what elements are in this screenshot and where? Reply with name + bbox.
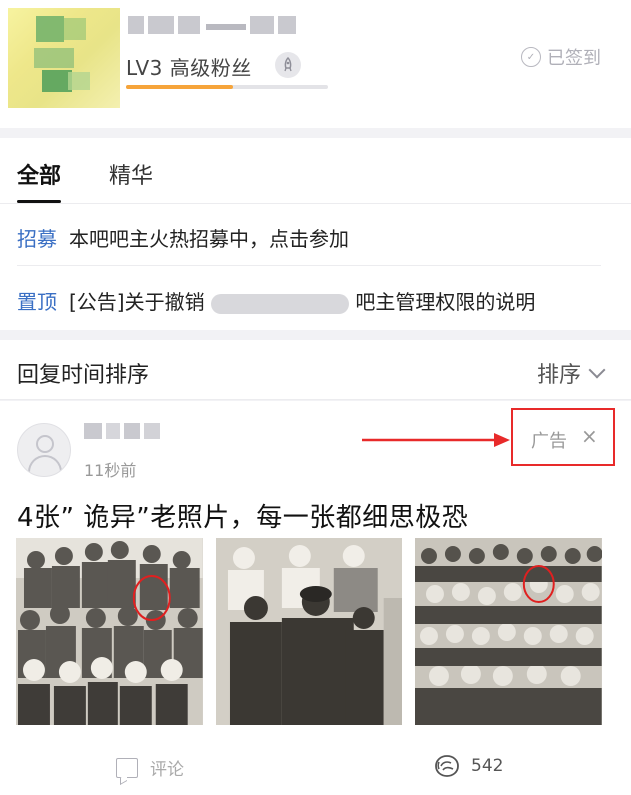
fan-level: LV3 高级粉丝 xyxy=(126,56,252,80)
sort-title: 回复时间排序 xyxy=(17,363,150,388)
pinned-text: [公告]关于撤销 吧主管理权限的说明 xyxy=(69,286,535,315)
ad-label: 广告 xyxy=(531,431,567,452)
comment-label: 评论 xyxy=(150,760,184,780)
pinned-tag: 招募 xyxy=(17,227,57,251)
sort-bar: 回复时间排序 排序 xyxy=(0,340,631,400)
tabs-and-pinned: 全部 精华 招募 本吧吧主火热招募中，点击参加 置顶 [公告]关于撤销 吧主管理… xyxy=(0,138,631,330)
forum-header: LV3 高级粉丝 ✓ 已签到 xyxy=(0,0,631,128)
rocket-icon[interactable] xyxy=(275,52,301,78)
photo-2[interactable] xyxy=(215,538,403,725)
avatar[interactable] xyxy=(17,423,71,477)
photo-grid xyxy=(16,538,603,725)
ad-post[interactable]: 11秒前 广告 × 4张” 诡异”老照片，每一张都细思极恐 评论 542 xyxy=(0,401,631,795)
comment-button[interactable]: 评论 xyxy=(116,755,184,780)
post-title[interactable]: 4张” 诡异”老照片，每一张都细思极恐 xyxy=(17,497,468,534)
pinned-text: 本吧吧主火热招募中，点击参加 xyxy=(69,227,349,251)
share-icon xyxy=(435,755,459,777)
photo-3[interactable] xyxy=(415,538,603,725)
redacted-name xyxy=(210,293,349,314)
chevron-down-icon xyxy=(588,361,606,379)
forum-name-redacted xyxy=(128,12,296,38)
annotation-arrow xyxy=(362,433,510,447)
pinned-tag: 置顶 xyxy=(17,290,57,314)
comment-icon xyxy=(116,757,138,778)
photo-1[interactable] xyxy=(16,538,203,725)
level-progress-bar xyxy=(126,85,328,89)
checked-in-label: 已签到 xyxy=(547,48,601,69)
post-time: 11秒前 xyxy=(84,461,137,480)
share-button[interactable]: 542 xyxy=(433,753,503,779)
sort-button-label: 排序 xyxy=(536,363,581,388)
author-name-redacted xyxy=(84,419,160,443)
forum-avatar[interactable] xyxy=(8,8,120,108)
pinned-text-before: [公告]关于撤销 xyxy=(69,290,205,314)
ad-highlight-box: 广告 × xyxy=(511,408,615,466)
pinned-item-announcement[interactable]: 置顶 [公告]关于撤销 吧主管理权限的说明 xyxy=(17,286,535,315)
post-actions: 评论 542 xyxy=(0,741,631,791)
checked-in-status[interactable]: ✓ 已签到 xyxy=(521,44,601,70)
divider xyxy=(17,265,601,266)
share-count: 542 xyxy=(471,756,504,776)
tab-best[interactable]: 精华 xyxy=(109,158,153,190)
level-progress-fill xyxy=(126,85,234,89)
tab-all[interactable]: 全部 xyxy=(17,158,62,203)
close-icon[interactable]: × xyxy=(581,424,598,448)
sort-button[interactable]: 排序 xyxy=(536,357,606,389)
pinned-text-after: 吧主管理权限的说明 xyxy=(355,290,536,314)
sign-in-icon: ✓ xyxy=(521,47,541,67)
divider xyxy=(0,203,631,204)
pinned-item-recruit[interactable]: 招募 本吧吧主火热招募中，点击参加 xyxy=(17,223,349,252)
